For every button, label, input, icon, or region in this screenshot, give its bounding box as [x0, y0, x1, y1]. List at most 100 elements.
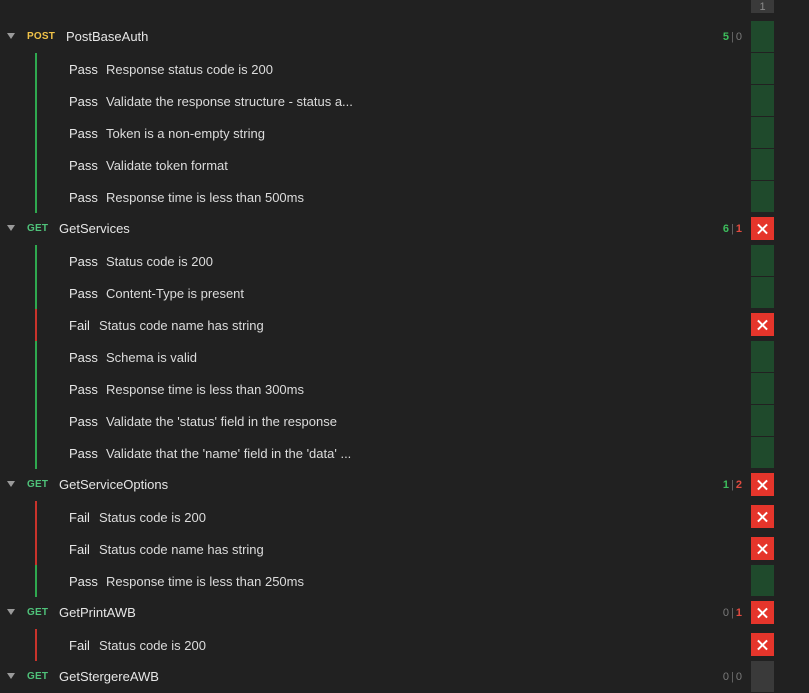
- test-name: Response time is less than 500ms: [106, 190, 304, 205]
- passed-count: 6: [722, 223, 730, 235]
- pass-cell[interactable]: [751, 277, 774, 308]
- test-status: Pass: [69, 62, 98, 77]
- pass-cell[interactable]: [751, 53, 774, 84]
- pass-cell[interactable]: [751, 149, 774, 180]
- test-row[interactable]: Fail Status code is 200: [0, 501, 809, 533]
- count-separator: |: [731, 479, 734, 491]
- test-status-bar: [35, 149, 37, 181]
- test-status: Pass: [69, 382, 98, 397]
- test-status: Fail: [69, 510, 90, 525]
- pass-cell[interactable]: [751, 405, 774, 436]
- pass-cell[interactable]: [751, 373, 774, 404]
- test-status-bar: [35, 565, 37, 597]
- failed-count: 0: [735, 671, 742, 683]
- test-row[interactable]: Pass Validate the response structure - st…: [0, 85, 809, 117]
- test-name: Response time is less than 250ms: [106, 574, 304, 589]
- pass-cell[interactable]: [751, 437, 774, 468]
- request-name[interactable]: GetStergereAWB: [59, 669, 159, 684]
- test-row[interactable]: Pass Content-Type is present: [0, 277, 809, 309]
- pass-cell[interactable]: [751, 117, 774, 148]
- request-name[interactable]: GetPrintAWB: [59, 605, 136, 620]
- test-row[interactable]: Pass Response status code is 200: [0, 53, 809, 85]
- fail-cell-icon[interactable]: [751, 537, 774, 560]
- pass-cell[interactable]: [751, 341, 774, 372]
- test-status: Pass: [69, 126, 98, 141]
- request-row[interactable]: POST PostBaseAuth 5 | 0: [0, 21, 809, 53]
- test-status-bar: [35, 405, 37, 437]
- collapse-chevron-icon[interactable]: [7, 225, 15, 231]
- request-row[interactable]: GET GetServiceOptions 1 | 2: [0, 469, 809, 501]
- collapse-chevron-icon[interactable]: [7, 33, 15, 39]
- fail-cell-icon[interactable]: [751, 313, 774, 336]
- request-counts: 0 | 0: [723, 671, 742, 683]
- test-status-bar: [35, 117, 37, 149]
- fail-cell-icon[interactable]: [751, 601, 774, 624]
- test-row[interactable]: Pass Token is a non-empty string: [0, 117, 809, 149]
- pass-cell[interactable]: [751, 181, 774, 212]
- fail-cell-icon[interactable]: [751, 473, 774, 496]
- test-row[interactable]: Pass Status code is 200: [0, 245, 809, 277]
- request-row[interactable]: GET GetServices 6 | 1: [0, 213, 809, 245]
- passed-count: 0: [722, 607, 730, 619]
- collapse-chevron-icon[interactable]: [7, 673, 15, 679]
- test-row[interactable]: Pass Schema is valid: [0, 341, 809, 373]
- iteration-column-header: 1: [751, 0, 774, 13]
- test-status: Pass: [69, 350, 98, 365]
- collapse-chevron-icon[interactable]: [7, 481, 15, 487]
- request-name[interactable]: GetServiceOptions: [59, 477, 168, 492]
- test-status: Fail: [69, 318, 90, 333]
- test-name: Validate token format: [106, 158, 228, 173]
- test-row[interactable]: Pass Response time is less than 250ms: [0, 565, 809, 597]
- test-status: Pass: [69, 254, 98, 269]
- request-method: GET: [27, 671, 49, 682]
- test-status-bar: [35, 181, 37, 213]
- passed-count: 0: [722, 671, 730, 683]
- test-row[interactable]: Pass Validate the 'status' field in the r…: [0, 405, 809, 437]
- test-status: Fail: [69, 542, 90, 557]
- failed-count: 0: [735, 31, 742, 43]
- fail-cell-icon[interactable]: [751, 505, 774, 528]
- test-name: Schema is valid: [106, 350, 198, 365]
- test-name: Response status code is 200: [106, 62, 273, 77]
- test-status-bar: [35, 341, 37, 373]
- test-name: Token is a non-empty string: [106, 126, 265, 141]
- failed-count: 2: [735, 479, 742, 491]
- test-status: Fail: [69, 638, 90, 653]
- fail-cell-icon[interactable]: [751, 633, 774, 656]
- test-row[interactable]: Fail Status code is 200: [0, 629, 809, 661]
- result-cell[interactable]: [751, 21, 774, 52]
- test-status: Pass: [69, 158, 98, 173]
- collapse-chevron-icon[interactable]: [7, 609, 15, 615]
- request-method: POST: [27, 31, 56, 42]
- request-name[interactable]: GetServices: [59, 221, 130, 236]
- count-separator: |: [731, 671, 734, 683]
- fail-cell-icon[interactable]: [751, 217, 774, 240]
- test-row[interactable]: Pass Validate that the 'name' field in th…: [0, 437, 809, 469]
- test-row[interactable]: Fail Status code name has string: [0, 533, 809, 565]
- passed-count: 1: [722, 479, 730, 491]
- request-method: GET: [27, 223, 49, 234]
- request-counts: 1 | 2: [723, 479, 742, 491]
- test-status: Pass: [69, 190, 98, 205]
- test-row[interactable]: Pass Response time is less than 300ms: [0, 373, 809, 405]
- test-status-bar: [35, 277, 37, 309]
- request-method: GET: [27, 607, 49, 618]
- test-row[interactable]: Pass Response time is less than 500ms: [0, 181, 809, 213]
- test-name: Content-Type is present: [106, 286, 245, 301]
- result-cell[interactable]: [751, 661, 774, 692]
- pass-cell[interactable]: [751, 565, 774, 596]
- count-separator: |: [731, 223, 734, 235]
- test-status: Pass: [69, 446, 98, 461]
- request-counts: 5 | 0: [723, 31, 742, 43]
- test-name: Validate the response structure - status…: [106, 94, 353, 109]
- test-row[interactable]: Pass Validate token format: [0, 149, 809, 181]
- pass-cell[interactable]: [751, 245, 774, 276]
- request-row[interactable]: GET GetStergereAWB 0 | 0: [0, 661, 809, 693]
- test-row[interactable]: Fail Status code name has string: [0, 309, 809, 341]
- test-name: Validate that the 'name' field in the 'd…: [106, 446, 352, 461]
- request-row[interactable]: GET GetPrintAWB 0 | 1: [0, 597, 809, 629]
- count-separator: |: [731, 31, 734, 43]
- pass-cell[interactable]: [751, 85, 774, 116]
- test-name: Status code is 200: [99, 638, 206, 653]
- request-name[interactable]: PostBaseAuth: [66, 29, 148, 44]
